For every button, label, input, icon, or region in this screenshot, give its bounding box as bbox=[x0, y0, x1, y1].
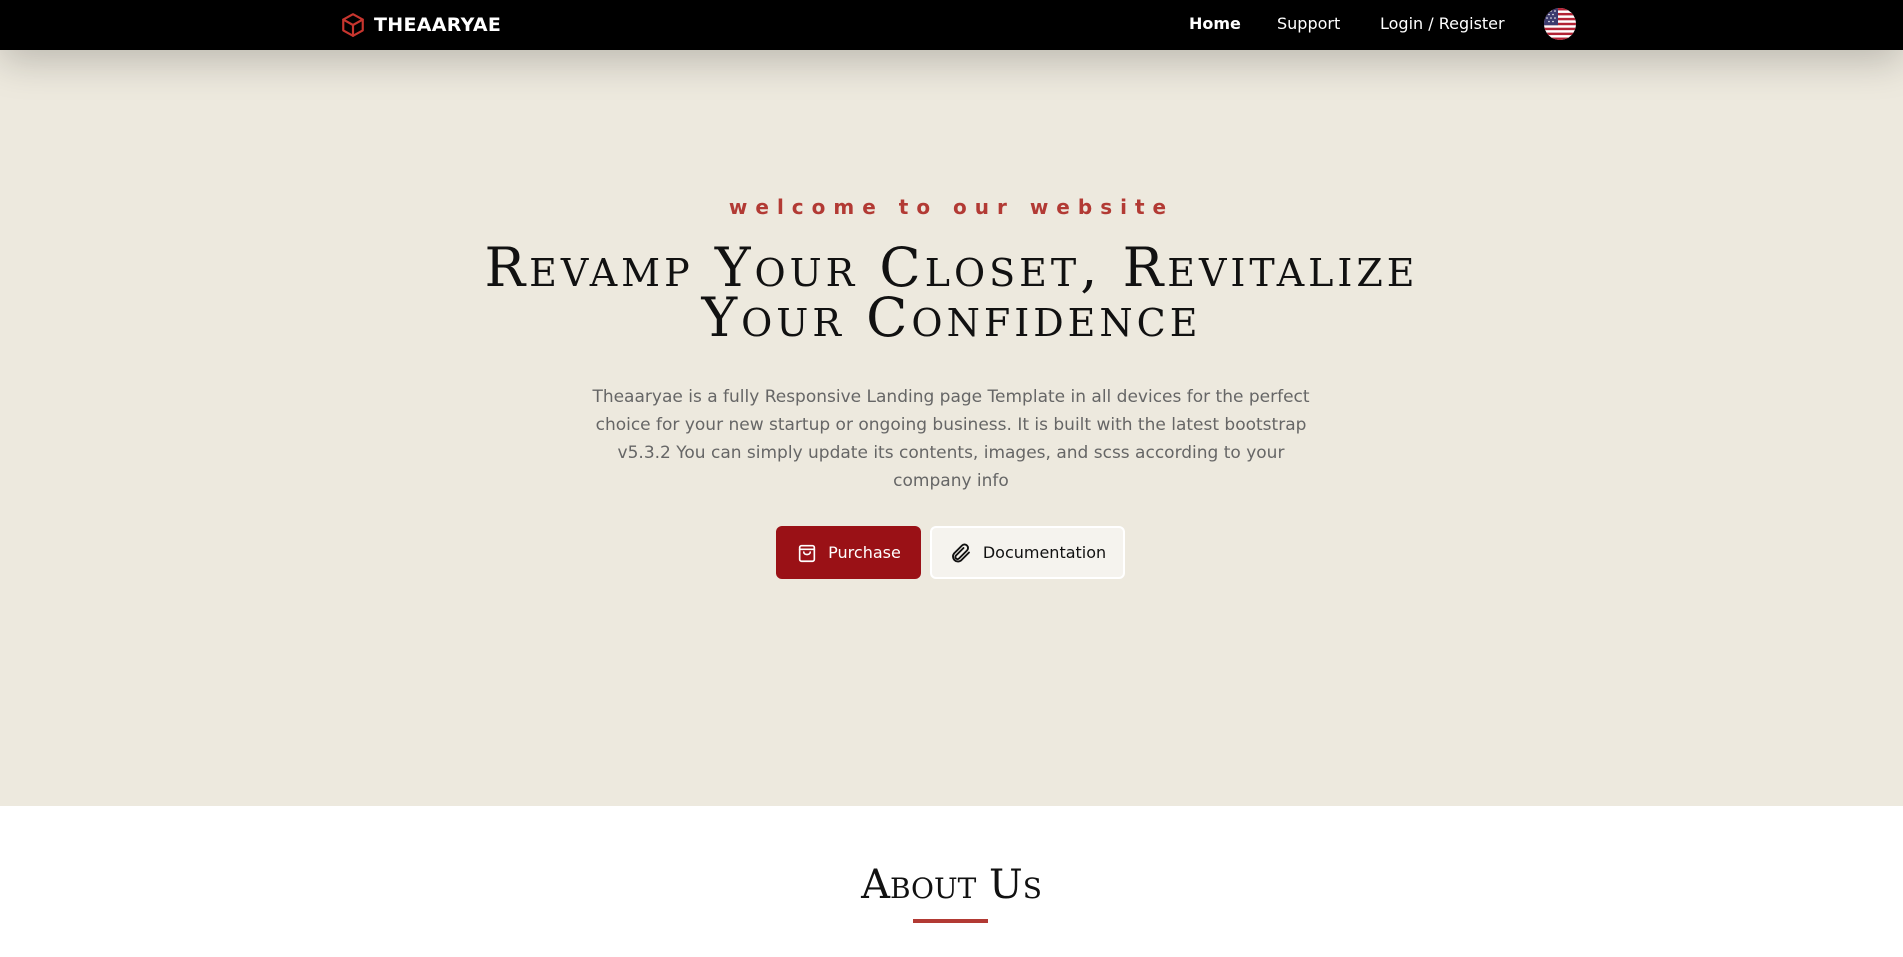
us-flag-icon[interactable] bbox=[1544, 8, 1576, 40]
nav-support-link[interactable]: Support bbox=[1277, 14, 1340, 33]
purchase-button-label: Purchase bbox=[828, 543, 901, 562]
hero-section: welcome to our website Revamp Your Close… bbox=[0, 50, 1903, 806]
about-us-heading: About Us bbox=[861, 862, 1042, 908]
hero-eyebrow: welcome to our website bbox=[728, 195, 1175, 219]
shopping-bag-icon bbox=[799, 544, 816, 562]
nav-home-link[interactable]: Home bbox=[1189, 14, 1241, 33]
purchase-button[interactable]: Purchase bbox=[776, 526, 921, 579]
top-navbar: THEAARYAE Home Support Login / Register bbox=[0, 0, 1903, 50]
hero-headline-line-2: Your Confidence bbox=[701, 286, 1202, 349]
hero-description: Theaaryae is a fully Responsive Landing … bbox=[592, 387, 1310, 491]
documentation-button[interactable]: Documentation bbox=[930, 526, 1125, 579]
paperclip-icon bbox=[951, 543, 970, 562]
hero-headline: Revamp Your Closet, Revitalize Your Conf… bbox=[0, 241, 1903, 345]
nav-login-register-link[interactable]: Login / Register bbox=[1380, 14, 1505, 33]
about-us-underline bbox=[913, 919, 988, 923]
documentation-button-label: Documentation bbox=[982, 543, 1107, 562]
main-nav: Home Support Login / Register bbox=[0, 0, 1903, 50]
